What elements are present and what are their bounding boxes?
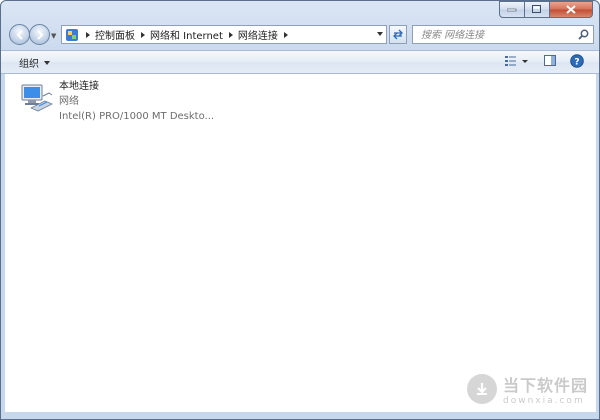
- connection-status: 网络: [59, 96, 79, 107]
- explorer-window: ▼ 控制面板 网络和 Internet 网络连接 搜索 网络连接 组织 ? 本地…: [0, 0, 600, 420]
- network-connection-icon: [21, 84, 53, 112]
- search-box: [412, 25, 594, 44]
- connection-name: 本地连接: [59, 81, 99, 92]
- breadcrumb-chevron-icon[interactable]: [283, 31, 288, 38]
- breadcrumb: 控制面板 网络和 Internet 网络连接: [84, 27, 293, 42]
- preview-pane-icon: [544, 55, 556, 66]
- maximize-button[interactable]: [525, 1, 550, 18]
- back-arrow-icon: [16, 29, 23, 40]
- close-button[interactable]: [550, 1, 593, 18]
- watermark-url: downxia.com: [503, 396, 585, 406]
- maximize-icon: [532, 5, 541, 13]
- minimize-button[interactable]: [499, 1, 525, 18]
- caption-buttons: [499, 1, 593, 18]
- watermark-title: 当下软件园: [503, 376, 589, 395]
- breadcrumb-network-connections[interactable]: 网络连接: [238, 27, 278, 42]
- file-list: 本地连接 网络 Intel(R) PRO/1000 MT Deskto... 当…: [5, 74, 596, 412]
- forward-arrow-icon: [36, 29, 43, 40]
- download-icon: [467, 374, 497, 404]
- minimize-icon: [507, 8, 517, 11]
- search-input[interactable]: [419, 27, 573, 44]
- help-button[interactable]: ?: [570, 54, 584, 71]
- breadcrumb-network-internet[interactable]: 网络和 Internet: [150, 27, 223, 42]
- breadcrumb-chevron-icon[interactable]: [228, 31, 233, 38]
- preview-pane-button[interactable]: [544, 54, 557, 71]
- command-bar: 组织 ?: [1, 50, 599, 74]
- svg-text:?: ?: [574, 58, 579, 68]
- breadcrumb-control-panel[interactable]: 控制面板: [95, 27, 135, 42]
- chevron-down-icon: [44, 60, 50, 65]
- organize-menu[interactable]: 组织: [19, 55, 50, 70]
- change-view-button[interactable]: [504, 54, 530, 71]
- watermark: 当下软件园 downxia.com: [467, 372, 588, 406]
- close-icon: [566, 5, 576, 14]
- view-options-icon: [505, 56, 528, 66]
- organize-label: 组织: [19, 59, 39, 70]
- help-icon: ?: [570, 54, 584, 68]
- refresh-button[interactable]: [389, 25, 407, 44]
- recent-pages-dropdown[interactable]: ▼: [51, 32, 56, 40]
- connection-adapter: Intel(R) PRO/1000 MT Deskto...: [59, 111, 215, 122]
- address-dropdown-icon[interactable]: [377, 32, 383, 36]
- back-button[interactable]: [9, 24, 30, 45]
- forward-button[interactable]: [29, 24, 50, 45]
- refresh-icon: [393, 29, 403, 40]
- list-item[interactable]: 本地连接 网络 Intel(R) PRO/1000 MT Deskto...: [19, 79, 214, 124]
- control-panel-icon: [66, 28, 78, 41]
- breadcrumb-chevron-icon[interactable]: [86, 31, 90, 38]
- window-bottom-border: [1, 412, 599, 419]
- breadcrumb-chevron-icon[interactable]: [141, 31, 145, 38]
- search-icon[interactable]: [578, 29, 589, 40]
- address-bar[interactable]: 控制面板 网络和 Internet 网络连接: [61, 25, 387, 44]
